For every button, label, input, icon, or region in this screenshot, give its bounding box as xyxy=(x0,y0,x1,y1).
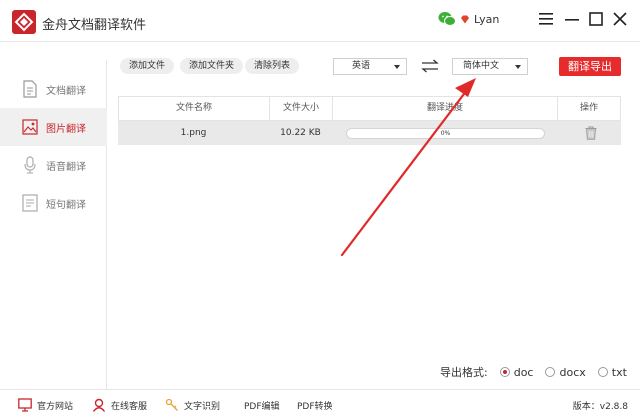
chevron-down-icon xyxy=(394,65,400,69)
trash-icon[interactable] xyxy=(585,126,597,140)
title-bar: 金舟文档翻译软件 Lyan xyxy=(0,0,640,42)
close-button[interactable] xyxy=(611,10,629,28)
image-icon xyxy=(22,119,38,135)
footer-link-label: 在线客服 xyxy=(111,401,148,412)
pdf-convert-link[interactable]: PDF转换 xyxy=(297,397,333,413)
add-folder-button[interactable]: 添加文件夹 xyxy=(180,58,244,74)
close-icon xyxy=(613,12,627,26)
progress-bar: 0% xyxy=(346,128,545,139)
vip-diamond-icon xyxy=(461,15,469,23)
app-title: 金舟文档翻译软件 xyxy=(42,18,147,33)
export-format-label: 导出格式: xyxy=(440,366,488,379)
column-header-action: 操作 xyxy=(579,103,598,113)
add-file-button[interactable]: 添加文件 xyxy=(120,58,175,74)
sidebar-item-voice-translate[interactable]: 语音翻译 xyxy=(0,146,107,184)
minimize-icon xyxy=(565,19,579,21)
format-option-txt[interactable]: txt xyxy=(597,365,627,379)
version-text: 版本：v2.8.8 xyxy=(572,402,628,412)
file-name-cell: 1.png xyxy=(180,128,207,138)
radio-icon xyxy=(597,367,608,377)
clear-list-button[interactable]: 清除列表 xyxy=(245,58,300,74)
export-format-group: 导出格式: doc docx txt xyxy=(440,364,627,380)
format-option-label: doc xyxy=(513,365,534,379)
format-option-doc[interactable]: doc xyxy=(499,365,534,379)
monitor-icon xyxy=(18,398,32,412)
file-size-cell: 10.22 KB xyxy=(280,128,321,138)
document-icon xyxy=(23,80,37,98)
support-icon xyxy=(92,398,106,412)
file-table: 文件名称 文件大小 翻译进度 操作 1.png 10.22 KB 0% xyxy=(118,96,621,145)
format-option-label: txt xyxy=(611,365,627,379)
sidebar-item-sentence-translate[interactable]: 短句翻译 xyxy=(0,184,107,222)
sidebar: 文档翻译 图片翻译 语音翻译 短句翻译 xyxy=(0,60,107,389)
maximize-icon xyxy=(589,12,603,26)
sidebar-item-label: 语音翻译 xyxy=(46,161,86,173)
user-account[interactable]: Lyan xyxy=(438,10,499,28)
microphone-icon xyxy=(24,156,36,174)
minimize-button[interactable] xyxy=(563,10,581,28)
chevron-down-icon xyxy=(515,65,521,69)
target-language-select[interactable]: 简体中文 xyxy=(452,58,528,75)
translate-export-button[interactable]: 翻译导出 xyxy=(559,57,621,76)
menu-icon xyxy=(539,13,553,25)
footer-link-label: PDF转换 xyxy=(297,401,333,412)
online-support-link[interactable]: 在线客服 xyxy=(92,397,147,413)
swap-languages-icon[interactable] xyxy=(421,59,439,73)
radio-selected-icon xyxy=(499,367,510,377)
table-header: 文件名称 文件大小 翻译进度 操作 xyxy=(118,96,621,121)
ocr-icon xyxy=(165,398,178,411)
maximize-button[interactable] xyxy=(587,10,605,28)
target-language-value: 简体中文 xyxy=(462,61,499,71)
source-language-select[interactable]: 英语 xyxy=(333,58,407,75)
footer-link-label: PDF编辑 xyxy=(244,401,280,412)
radio-icon xyxy=(545,367,556,377)
column-header-size: 文件大小 xyxy=(270,97,333,120)
column-header-progress: 翻译进度 xyxy=(333,97,558,120)
footer-link-label: 官方网站 xyxy=(37,401,74,412)
sidebar-item-label: 短句翻译 xyxy=(46,199,86,211)
pdf-edit-link[interactable]: PDF编辑 xyxy=(244,397,280,413)
official-website-link[interactable]: 官方网站 xyxy=(18,397,73,413)
sidebar-item-label: 文档翻译 xyxy=(46,85,86,97)
ocr-link[interactable]: 文字识别 xyxy=(165,397,220,413)
footer-bar: 官方网站 在线客服 文字识别 PDF编辑 PDF转换 版本：v2.8.8 xyxy=(0,389,640,420)
format-option-label: docx xyxy=(559,365,586,379)
app-logo-icon xyxy=(12,10,36,34)
text-icon xyxy=(22,194,38,212)
progress-text: 0% xyxy=(440,130,451,137)
sidebar-item-label: 图片翻译 xyxy=(46,123,86,135)
menu-button[interactable] xyxy=(537,10,555,28)
user-name: Lyan xyxy=(474,12,500,26)
table-row[interactable]: 1.png 10.22 KB 0% xyxy=(118,121,621,145)
source-language-value: 英语 xyxy=(351,61,370,71)
column-header-name: 文件名称 xyxy=(119,97,270,120)
format-option-docx[interactable]: docx xyxy=(545,365,586,379)
footer-link-label: 文字识别 xyxy=(184,401,221,412)
sidebar-item-document-translate[interactable]: 文档翻译 xyxy=(0,70,107,108)
wechat-icon xyxy=(438,12,456,26)
sidebar-item-image-translate[interactable]: 图片翻译 xyxy=(0,108,107,146)
